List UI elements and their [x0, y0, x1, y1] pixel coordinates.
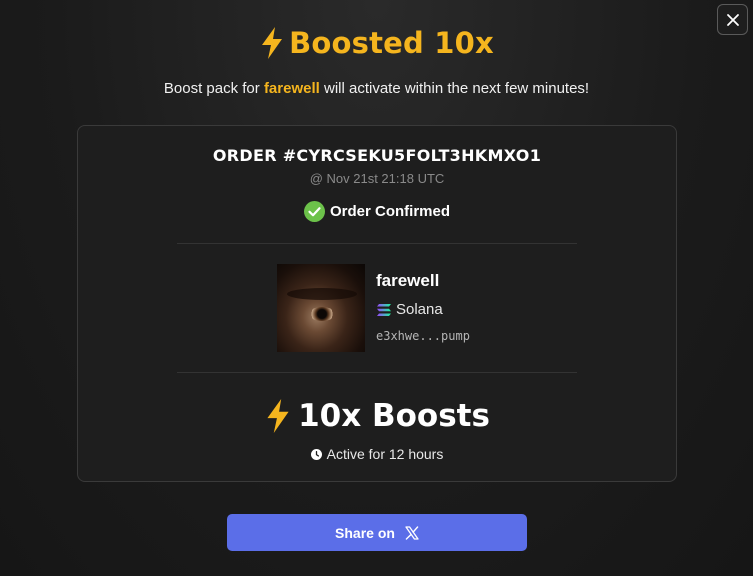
- subtitle-token-name: farewell: [263, 80, 320, 97]
- clock-icon: [310, 448, 322, 460]
- token-image-detail: [287, 288, 357, 300]
- boost-label: 10x Boosts: [298, 398, 490, 434]
- boost-summary: 10x Boosts: [78, 398, 676, 434]
- subtitle-prefix: Boost pack for: [163, 80, 264, 97]
- check-circle-icon: [303, 201, 325, 222]
- x-logo-icon: [405, 525, 419, 540]
- token-address: e3xhwe...pump: [376, 329, 470, 343]
- divider: [177, 372, 577, 373]
- solana-icon: [377, 303, 391, 316]
- divider: [177, 243, 577, 244]
- title-row: Boosted 10x: [0, 26, 753, 60]
- token-image-detail: [309, 307, 335, 321]
- order-status-label: Order Confirmed: [329, 203, 450, 220]
- order-status: Order Confirmed: [78, 201, 676, 222]
- close-icon: [726, 13, 739, 26]
- page-title: Boosted 10x: [289, 26, 494, 60]
- subtitle-suffix: will activate within the next few minute…: [319, 80, 590, 97]
- boost-duration-label: Active for 12 hours: [326, 446, 444, 462]
- lightning-bolt-icon: [262, 27, 283, 59]
- token-chain-label: Solana: [396, 301, 443, 318]
- token-name: farewell: [376, 271, 440, 290]
- token-chain: Solana: [376, 301, 443, 318]
- order-card: ORDER #CYRCSEKU5FOLT3HKMXO1 @ Nov 21st 2…: [77, 125, 677, 482]
- lightning-bolt-icon: [267, 399, 289, 433]
- order-id: ORDER #CYRCSEKU5FOLT3HKMXO1: [212, 146, 542, 165]
- token-image: [277, 264, 365, 352]
- share-button-label: Share on: [335, 524, 395, 541]
- boost-duration: Active for 12 hours: [78, 446, 676, 462]
- subtitle: Boost pack for farewell will activate wi…: [0, 80, 753, 97]
- order-timestamp: @ Nov 21st 21:18 UTC: [309, 171, 445, 186]
- share-on-x-button[interactable]: Share on: [227, 514, 527, 551]
